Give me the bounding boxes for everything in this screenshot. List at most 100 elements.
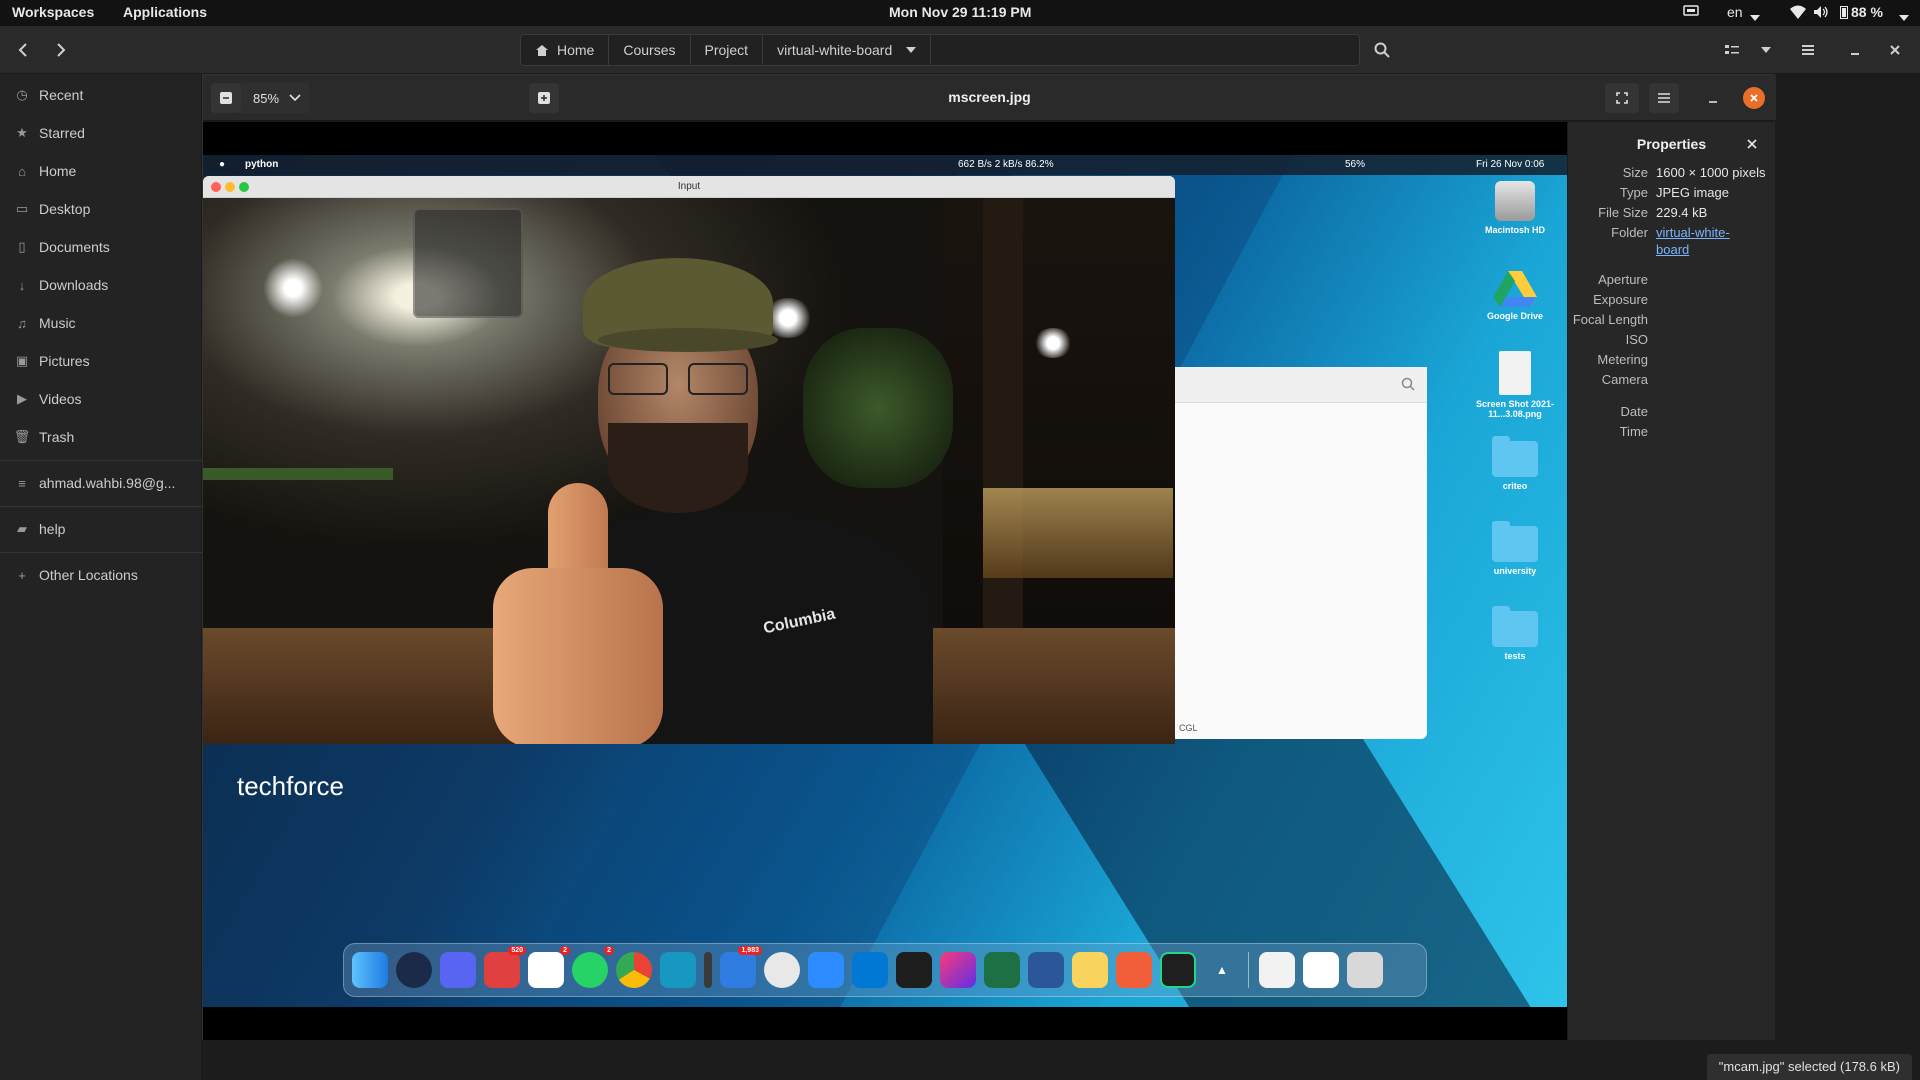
image-viewer-headerbar: 85% mscreen.jpg bbox=[203, 75, 1776, 121]
wifi-icon[interactable] bbox=[1790, 5, 1806, 22]
sidebar-item-starred[interactable]: ★ Starred bbox=[0, 116, 202, 150]
finder-toolbar bbox=[1175, 367, 1427, 403]
vscode-app-icon bbox=[852, 952, 888, 988]
path-bar: Home Courses Project virtual-white-board bbox=[520, 34, 1360, 66]
airmail-app-icon: 1,983 bbox=[720, 946, 762, 988]
picture-icon: ▣ bbox=[15, 353, 29, 368]
battery-level[interactable]: 88 % bbox=[1851, 4, 1883, 20]
device-app-icon bbox=[704, 952, 712, 988]
sidebar-item-network-drive[interactable]: ≡ ahmad.wahbi.98@g... bbox=[0, 466, 202, 500]
sidebar: ◷ Recent ★ Starred ⌂ Home ▭ Desktop ▯ Documen… bbox=[0, 74, 202, 1080]
techforce-brand: techforce bbox=[237, 771, 344, 802]
network-drive-icon: ≡ bbox=[18, 475, 26, 491]
viewer-minimize-button[interactable] bbox=[1701, 83, 1725, 113]
mac-clock: Fri 26 Nov 0:06 bbox=[1476, 159, 1545, 170]
crumb-virtual-white-board[interactable]: virtual-white-board bbox=[763, 35, 932, 65]
input-window: Input Columbia bbox=[203, 176, 1175, 744]
sidebar-item-trash[interactable]: 🗑 Trash bbox=[0, 420, 202, 454]
star-icon: ★ bbox=[16, 125, 28, 140]
document-thumb-icon bbox=[1303, 952, 1339, 988]
desktop-icon-google-drive: Google Drive bbox=[1471, 269, 1559, 321]
close-icon bbox=[1750, 94, 1758, 102]
music-icon: ♫ bbox=[17, 315, 27, 331]
view-toggle-button[interactable] bbox=[1714, 34, 1750, 66]
sidebar-separator bbox=[0, 460, 202, 461]
google-drive-icon bbox=[1493, 271, 1537, 307]
sidebar-item-label: Videos bbox=[39, 391, 82, 407]
input-title: Input bbox=[677, 181, 701, 192]
view-options-button[interactable] bbox=[1752, 34, 1780, 66]
crumb-courses[interactable]: Courses bbox=[609, 35, 691, 65]
word-app-icon bbox=[1028, 952, 1064, 988]
sidebar-item-label: Documents bbox=[39, 239, 110, 255]
clock[interactable]: Mon Nov 29 11:19 PM bbox=[889, 4, 1031, 20]
properties-title: Properties bbox=[1636, 136, 1707, 152]
apple-icon: ● bbox=[219, 159, 226, 170]
search-icon bbox=[1374, 42, 1390, 58]
sidebar-item-documents[interactable]: ▯ Documents bbox=[0, 230, 202, 264]
intellij-app-icon bbox=[940, 952, 976, 988]
desktop-icon-label: Screen Shot 2021-11...3.08.png bbox=[1475, 399, 1555, 419]
desktop-icon-screenshot: Screen Shot 2021-11...3.08.png bbox=[1471, 351, 1559, 419]
dock-separator bbox=[1248, 952, 1249, 988]
back-button[interactable] bbox=[8, 34, 40, 66]
notes-app-icon bbox=[1072, 952, 1108, 988]
plus-icon: + bbox=[18, 567, 26, 583]
sidebar-item-label: Trash bbox=[39, 429, 75, 445]
excel-app-icon bbox=[984, 952, 1020, 988]
desktop-icon-label: tests bbox=[1504, 651, 1526, 661]
sidebar-item-label: Downloads bbox=[39, 277, 109, 293]
workspaces-menu[interactable]: Workspaces bbox=[12, 4, 94, 20]
sidebar-item-videos[interactable]: ▶ Videos bbox=[0, 382, 202, 416]
slack-app-icon: 2 bbox=[528, 946, 570, 988]
properties-close-button[interactable] bbox=[1747, 136, 1757, 152]
pycharm-app-icon bbox=[1160, 952, 1196, 988]
rocket-app-icon: ▲ bbox=[1216, 963, 1228, 977]
sidebar-separator bbox=[0, 506, 202, 507]
mac-stats: 662 B/s 2 kB/s 86.2% bbox=[958, 159, 1054, 170]
sidebar-item-recent[interactable]: ◷ Recent bbox=[0, 78, 202, 112]
chevron-down-icon bbox=[1750, 8, 1760, 24]
sidebar-item-help[interactable]: ▰ help bbox=[0, 512, 202, 546]
minimize-button[interactable] bbox=[1840, 34, 1870, 66]
sidebar-item-pictures[interactable]: ▣ Pictures bbox=[0, 344, 202, 378]
mac-menubar: ● python 662 B/s 2 kB/s 86.2% 56% Fri 26… bbox=[203, 155, 1567, 175]
search-icon bbox=[1401, 377, 1415, 391]
desktop-icon-tests: tests bbox=[1471, 606, 1559, 661]
image-canvas[interactable]: ● python 662 B/s 2 kB/s 86.2% 56% Fri 26… bbox=[203, 122, 1567, 1040]
viewer-close-button[interactable] bbox=[1743, 87, 1765, 109]
sidebar-item-desktop[interactable]: ▭ Desktop bbox=[0, 192, 202, 226]
viewer-menu-button[interactable] bbox=[1649, 83, 1679, 113]
crumb-project[interactable]: Project bbox=[691, 35, 764, 65]
whatsapp-badge: 2 bbox=[604, 946, 614, 955]
video-icon: ▶ bbox=[17, 391, 27, 406]
volume-icon[interactable] bbox=[1813, 5, 1829, 22]
close-icon bbox=[1747, 139, 1757, 149]
fullscreen-button[interactable] bbox=[1605, 83, 1639, 113]
sidebar-item-other-locations[interactable]: + Other Locations bbox=[0, 558, 202, 592]
chevron-down-icon bbox=[1761, 47, 1771, 53]
input-titlebar: Input bbox=[203, 176, 1175, 198]
menu-button[interactable] bbox=[1790, 34, 1826, 66]
applications-menu[interactable]: Applications bbox=[123, 4, 207, 20]
desktop-icon-label: Google Drive bbox=[1486, 311, 1543, 321]
sidebar-item-home[interactable]: ⌂ Home bbox=[0, 154, 202, 188]
folder-link-line2[interactable]: board bbox=[1656, 242, 1689, 257]
search-button[interactable] bbox=[1364, 34, 1400, 66]
crumb-label: Home bbox=[557, 42, 595, 58]
mac-dock: 520 2 2 1,983 ▲ bbox=[343, 943, 1427, 997]
sidebar-item-music[interactable]: ♫ Music bbox=[0, 306, 202, 340]
language-indicator[interactable]: en bbox=[1727, 4, 1743, 20]
crumb-home[interactable]: Home bbox=[521, 35, 610, 65]
sidebar-item-downloads[interactable]: ↓ Downloads bbox=[0, 268, 202, 302]
minimize-icon bbox=[1709, 101, 1717, 103]
screen-icon[interactable] bbox=[1683, 4, 1699, 21]
brand-suffix: force bbox=[286, 771, 344, 801]
desktop-icon-label: criteo bbox=[1502, 481, 1528, 491]
mac-app-name: python bbox=[245, 159, 279, 170]
image-title: mscreen.jpg bbox=[948, 89, 1031, 105]
forward-button[interactable] bbox=[44, 34, 76, 66]
clock-icon: ◷ bbox=[16, 87, 28, 102]
close-button[interactable] bbox=[1880, 34, 1910, 66]
folder-link[interactable]: virtual-white- bbox=[1656, 225, 1730, 240]
